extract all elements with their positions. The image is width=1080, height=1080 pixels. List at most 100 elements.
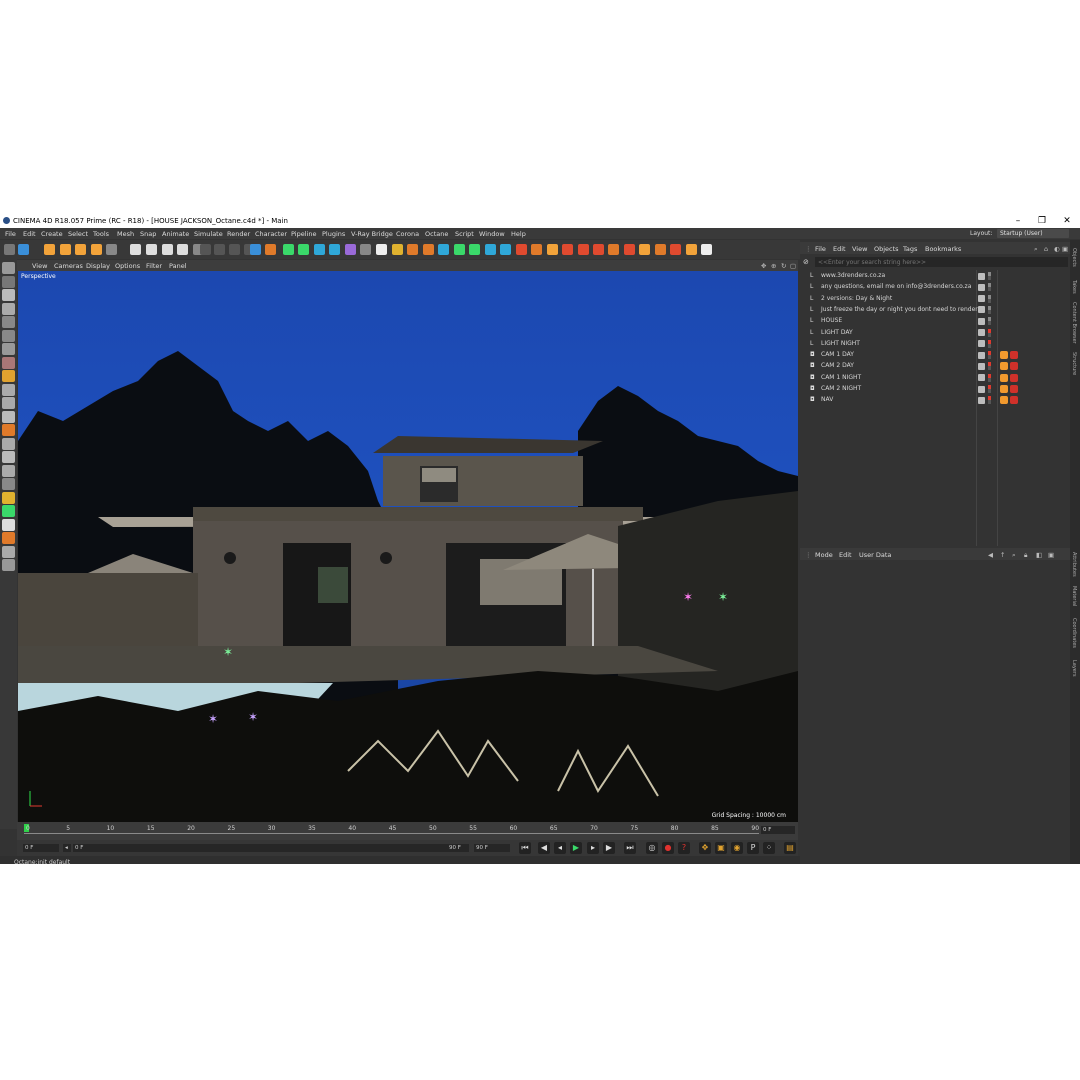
om-expand-icon[interactable]: ▣: [1062, 245, 1068, 253]
visibility-dots[interactable]: [988, 294, 991, 303]
om-home-icon[interactable]: ⌂: [1044, 245, 1048, 253]
side-tab-layers[interactable]: Layers: [1071, 660, 1077, 677]
scale-key-icon[interactable]: ▣: [715, 842, 727, 854]
keyframe-lock-icon[interactable]: ◎: [646, 842, 658, 854]
menu-simulate[interactable]: Simulate: [194, 230, 223, 238]
layer-checkbox[interactable]: [978, 362, 985, 370]
object-row[interactable]: L LIGHT DAY: [805, 328, 998, 338]
go-to-start-icon[interactable]: ⏮: [519, 842, 531, 854]
minimize-button[interactable]: –: [1011, 215, 1025, 227]
om-filter-icon[interactable]: ◐: [1054, 245, 1060, 253]
menu-snap[interactable]: Snap: [140, 230, 156, 238]
octane-settings-icon[interactable]: [686, 244, 697, 255]
menu-mesh[interactable]: Mesh: [117, 230, 134, 238]
move-icon[interactable]: [44, 244, 55, 255]
paint-icon[interactable]: [2, 437, 15, 450]
model-mode-icon[interactable]: [2, 262, 15, 274]
autokey-icon[interactable]: ?: [678, 842, 690, 854]
workplane-icon[interactable]: [2, 289, 15, 301]
octane-camera-tag-icon[interactable]: [1010, 351, 1018, 360]
protection-tag-icon[interactable]: [1000, 396, 1008, 405]
texture-mode-icon[interactable]: [2, 275, 15, 288]
viewport-rotate-icon[interactable]: ↻: [781, 262, 786, 270]
menu-file[interactable]: File: [5, 230, 16, 238]
current-frame-field[interactable]: 0 F: [761, 826, 795, 834]
3d-viewport[interactable]: ✶ ✶ ✶ ✶ ✶ Perspective Grid Spacing : 100…: [18, 271, 798, 822]
visibility-dots[interactable]: [988, 373, 991, 382]
layer-icon[interactable]: [2, 559, 15, 571]
timeline-icon[interactable]: ▤: [784, 842, 796, 854]
menu-plugins[interactable]: Plugins: [322, 230, 345, 238]
plane-icon[interactable]: [438, 244, 449, 255]
search-clear-icon[interactable]: ⊘: [803, 258, 809, 266]
sphere-icon[interactable]: [407, 244, 418, 255]
next-frame-icon[interactable]: ▸: [587, 842, 599, 854]
protection-tag-icon[interactable]: [1000, 362, 1008, 371]
layer-checkbox[interactable]: [978, 272, 985, 280]
om-menu-bookmarks[interactable]: Bookmarks: [925, 245, 961, 253]
snap-icon[interactable]: [2, 370, 15, 382]
layer-checkbox[interactable]: [978, 295, 985, 303]
visibility-dots[interactable]: [988, 396, 991, 405]
viewport-maximize-icon[interactable]: ▢: [790, 262, 796, 270]
menu-window[interactable]: Window: [479, 230, 505, 238]
side-tab-coordinates[interactable]: Coordinates: [1071, 618, 1077, 648]
visibility-dots[interactable]: [988, 283, 991, 292]
menu-help[interactable]: Help: [511, 230, 526, 238]
viewport-menu-panel[interactable]: Panel: [169, 262, 187, 270]
visibility-dots[interactable]: [988, 317, 991, 326]
sculpt-icon[interactable]: [500, 244, 511, 255]
rotate-key-icon[interactable]: ◉: [731, 842, 743, 854]
camera-icon[interactable]: [345, 244, 356, 255]
menu-pipeline[interactable]: Pipeline: [291, 230, 316, 238]
side-tab-objects[interactable]: Objects: [1071, 248, 1077, 267]
timeline[interactable]: 0 5 10 15 20 25 30 35 40 45 50 55 60 65 70 75 80 85 90 0 F: [17, 822, 798, 840]
material-icon[interactable]: [392, 244, 403, 255]
knife-icon[interactable]: [593, 244, 604, 255]
visibility-dots[interactable]: [988, 351, 991, 360]
maximize-button[interactable]: ❐: [1035, 215, 1049, 227]
planar-workplane-icon[interactable]: [2, 397, 15, 409]
am-expand-icon[interactable]: ▣: [1048, 551, 1054, 559]
om-menu-objects[interactable]: Objects: [874, 245, 899, 253]
om-menu-tags[interactable]: Tags: [903, 245, 917, 253]
particle-icon[interactable]: [531, 244, 542, 255]
viewport-menu-view[interactable]: View: [32, 262, 47, 270]
points-mode-icon[interactable]: [2, 302, 15, 315]
object-row[interactable]: ◘ CAM 1 NIGHT: [805, 373, 998, 383]
menu-render[interactable]: Render: [227, 230, 250, 238]
om-menu-edit[interactable]: Edit: [833, 245, 846, 253]
ruler-icon[interactable]: [2, 491, 15, 504]
layer-checkbox[interactable]: [978, 283, 985, 291]
am-search-icon[interactable]: ⌕: [1012, 551, 1016, 560]
prev-key-icon[interactable]: ◀: [538, 842, 550, 854]
cube-icon[interactable]: [250, 244, 261, 255]
viewport-menu-cameras[interactable]: Cameras: [54, 262, 83, 270]
am-menu-mode[interactable]: Mode: [815, 551, 833, 559]
octane-material-icon[interactable]: [701, 244, 712, 255]
object-row[interactable]: Lany questions, email me on info@3drende…: [805, 282, 998, 292]
python-icon[interactable]: [2, 532, 15, 544]
corona-icon[interactable]: [639, 244, 650, 255]
magnet-icon[interactable]: [2, 464, 15, 477]
octane-icon[interactable]: [655, 244, 666, 255]
light-icon[interactable]: [360, 244, 371, 255]
polygons-mode-icon[interactable]: [2, 329, 15, 342]
vray-icon[interactable]: [624, 244, 635, 255]
menu-octane[interactable]: Octane: [425, 230, 448, 238]
visibility-dots[interactable]: [988, 272, 991, 280]
octane-camera-tag-icon[interactable]: [1010, 362, 1018, 371]
object-row[interactable]: Lwww.3drenders.co.za: [805, 271, 998, 281]
side-tab-content-browser[interactable]: Content Browser: [1071, 302, 1077, 344]
brush-icon[interactable]: [2, 478, 15, 490]
close-button[interactable]: ✕: [1060, 215, 1074, 227]
render-view-icon[interactable]: [200, 244, 211, 255]
viewport-menu-display[interactable]: Display: [86, 262, 110, 270]
viewport-menu-options[interactable]: Options: [115, 262, 140, 270]
visibility-dots[interactable]: [988, 362, 991, 371]
om-search-icon[interactable]: ⌕: [1034, 245, 1038, 254]
uv-icon[interactable]: [2, 451, 15, 463]
octane-camera-tag-icon[interactable]: [1010, 373, 1018, 382]
hair-icon[interactable]: [485, 244, 496, 255]
octane-camera-tag-icon[interactable]: [1010, 385, 1018, 393]
